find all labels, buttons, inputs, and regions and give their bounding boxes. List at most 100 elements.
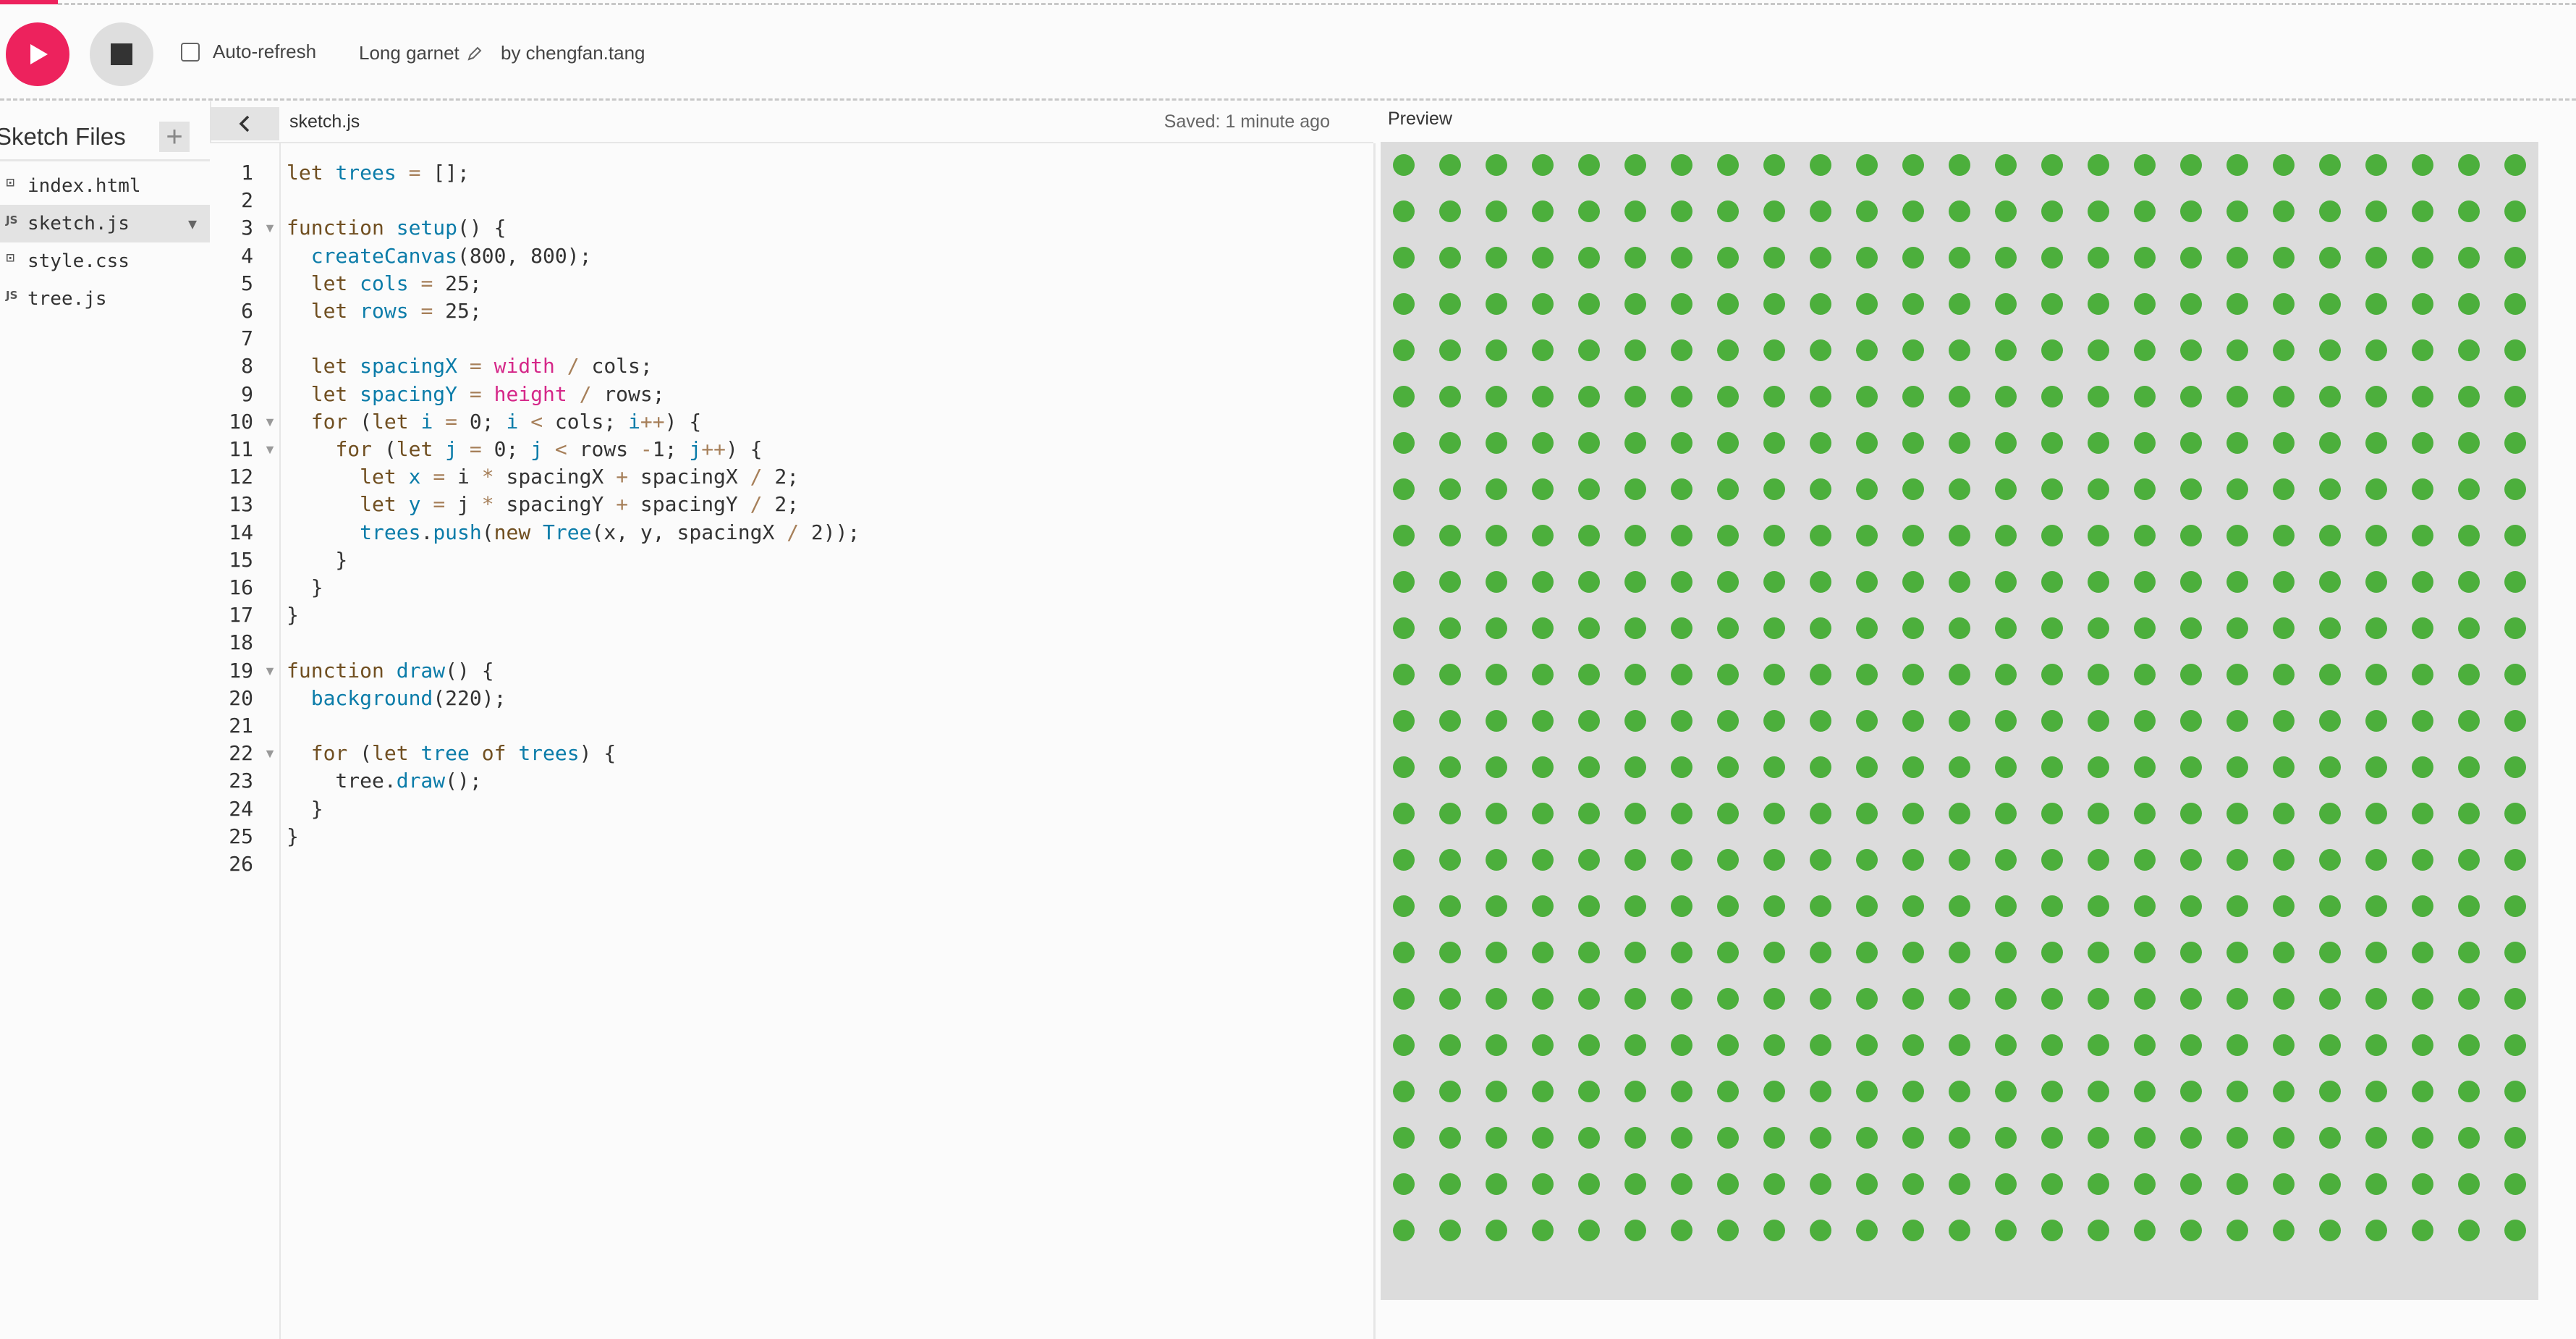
tree-dot	[2088, 988, 2109, 1010]
tree-dot	[1717, 664, 1739, 685]
file-item[interactable]: ⊡ style.css	[0, 242, 210, 280]
code-line[interactable]: createCanvas(800, 800);	[287, 242, 592, 270]
tree-dot	[2088, 247, 2109, 269]
stop-button[interactable]	[90, 22, 153, 86]
tree-dot	[1902, 756, 1924, 778]
code-line[interactable]: }	[287, 574, 323, 601]
tree-dot	[1856, 849, 1878, 871]
tree-dot	[2365, 1127, 2387, 1149]
tree-dot	[2412, 942, 2433, 963]
code-line[interactable]: let y = j * spacingY + spacingY / 2;	[287, 491, 799, 518]
tree-dot	[2319, 386, 2341, 407]
tree-dot	[1532, 200, 1554, 222]
fold-toggle-icon[interactable]: ▼	[263, 436, 276, 463]
project-name[interactable]: Long garnet	[359, 42, 483, 64]
file-item[interactable]: JS sketch.js ▼	[0, 205, 210, 242]
tree-dot	[1439, 942, 1461, 963]
code-line[interactable]: let rows = 25;	[287, 297, 482, 325]
tree-dot	[1717, 339, 1739, 361]
tree-dot	[2180, 200, 2202, 222]
collapse-sidebar-button[interactable]	[210, 107, 279, 140]
tree-dot	[2365, 803, 2387, 824]
tree-dot	[2458, 478, 2480, 500]
tree-dot	[1486, 895, 1507, 917]
code-line[interactable]: let cols = 25;	[287, 270, 482, 297]
tree-dot	[1902, 478, 1924, 500]
tree-dot	[1763, 664, 1785, 685]
preview-canvas[interactable]	[1381, 142, 2538, 1300]
line-number: 5	[241, 271, 253, 295]
fold-toggle-icon[interactable]: ▼	[263, 657, 276, 685]
tree-dot	[1717, 942, 1739, 963]
fold-toggle-icon[interactable]: ▼	[263, 408, 276, 436]
file-item[interactable]: JS tree.js	[0, 280, 210, 318]
code-line[interactable]: }	[287, 546, 347, 574]
tree-dot	[1995, 386, 2017, 407]
code-line[interactable]: function draw() {	[287, 657, 494, 685]
tree-dot	[2227, 756, 2248, 778]
code-line[interactable]: background(220);	[287, 685, 507, 712]
add-file-button[interactable]: +	[159, 122, 190, 152]
tree-dot	[2458, 1034, 2480, 1056]
code-line[interactable]: trees.push(new Tree(x, y, spacingX / 2))…	[287, 519, 860, 546]
fold-toggle-icon[interactable]: ▼	[263, 740, 276, 767]
pencil-icon[interactable]	[467, 46, 483, 62]
tree-dot	[1439, 710, 1461, 732]
tree-dot	[2227, 988, 2248, 1010]
tree-dot	[1902, 1173, 1924, 1195]
tree-dot	[1486, 339, 1507, 361]
tree-dot	[1856, 339, 1878, 361]
auto-refresh-toggle[interactable]: Auto-refresh	[181, 41, 316, 63]
code-line[interactable]: for (let i = 0; i < cols; i++) {	[287, 408, 702, 436]
tree-dot	[2273, 664, 2295, 685]
tree-dot	[1995, 478, 2017, 500]
file-options-caret-icon[interactable]: ▼	[188, 215, 197, 232]
tree-dot	[1393, 1127, 1415, 1149]
tree-dot	[1671, 1220, 1692, 1241]
tree-dot	[2227, 942, 2248, 963]
fold-toggle-icon[interactable]: ▼	[263, 214, 276, 242]
code-line[interactable]: let spacingY = height / rows;	[287, 381, 665, 408]
tree-dot	[2504, 339, 2526, 361]
tree-dot	[2180, 617, 2202, 639]
tree-dot	[2180, 432, 2202, 454]
tree-dot	[1532, 1220, 1554, 1241]
tree-dot	[1439, 849, 1461, 871]
file-item[interactable]: ⊡ index.html	[0, 167, 210, 205]
tree-dot	[1671, 710, 1692, 732]
tree-dot	[1532, 432, 1554, 454]
play-button[interactable]	[6, 22, 69, 86]
code-line[interactable]: }	[287, 601, 299, 629]
code-line[interactable]: for (let tree of trees) {	[287, 740, 616, 767]
auto-refresh-checkbox[interactable]	[181, 42, 200, 62]
tree-dot	[2504, 432, 2526, 454]
tree-dot	[1578, 849, 1600, 871]
tree-dot	[1717, 200, 1739, 222]
code-line[interactable]: let trees = [];	[287, 159, 470, 187]
tree-dot	[1578, 803, 1600, 824]
code-line[interactable]: }	[287, 823, 299, 850]
tree-dot	[1439, 247, 1461, 269]
code-line[interactable]: for (let j = 0; j < rows -1; j++) {	[287, 436, 762, 463]
code-editor[interactable]: 1 2 3 ▼ 4 5 6 7 8 9 10 ▼ 11 ▼ 12 13 14 15 16 17 18 19 ▼ 20 21 22 ▼…	[210, 143, 1376, 1339]
tree-dot	[1486, 1034, 1507, 1056]
tree-dot	[2412, 710, 2433, 732]
tree-dot	[1810, 664, 1831, 685]
tree-dot	[2180, 756, 2202, 778]
open-file-tab[interactable]: sketch.js	[289, 111, 360, 132]
code-line[interactable]: let spacingX = width / cols;	[287, 352, 653, 380]
tree-dot	[1810, 942, 1831, 963]
code-line[interactable]: tree.draw();	[287, 767, 481, 795]
code-line[interactable]: let x = i * spacingX + spacingX / 2;	[287, 463, 799, 491]
code-line[interactable]: }	[287, 795, 323, 823]
tree-dot	[1949, 988, 1970, 1010]
tree-dot	[1439, 617, 1461, 639]
tree-dot	[2319, 895, 2341, 917]
tree-dot	[2458, 617, 2480, 639]
code-line[interactable]: function setup() {	[287, 214, 506, 242]
author-byline[interactable]: by chengfan.tang	[501, 42, 645, 64]
tree-dot	[2458, 571, 2480, 593]
tree-dot	[2134, 293, 2156, 315]
tree-dot	[1763, 200, 1785, 222]
tree-dot	[2134, 154, 2156, 176]
